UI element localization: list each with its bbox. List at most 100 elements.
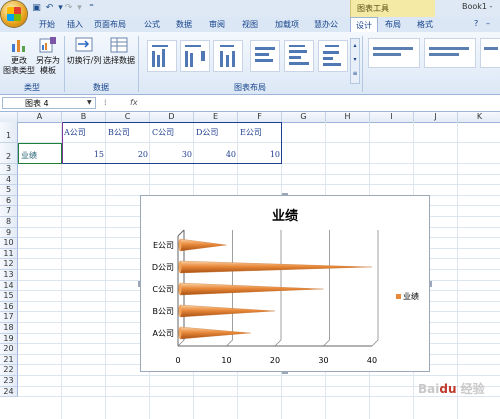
chart-title: 业绩: [272, 208, 298, 224]
row-header-7[interactable]: 7: [0, 206, 18, 217]
chart-style-1[interactable]: [368, 38, 420, 68]
x-gridline-floor: [323, 339, 330, 347]
customize-qat-icon[interactable]: ⁼: [86, 3, 97, 13]
undo-icon[interactable]: ↶: [44, 3, 55, 13]
row-header-13[interactable]: 13: [0, 270, 18, 281]
group-separator: [362, 36, 363, 92]
column-header-F[interactable]: F: [238, 112, 282, 122]
chart-layout-4[interactable]: [250, 40, 280, 72]
layout-gallery-scroll[interactable]: ▴ ▾ ≡: [350, 38, 360, 84]
row-header-6[interactable]: 6: [0, 195, 18, 207]
x-tick-label: 20: [270, 356, 280, 365]
bar-C公司: [179, 282, 324, 296]
column-header-H[interactable]: H: [326, 112, 370, 122]
insert-function-icon[interactable]: fx: [130, 98, 138, 107]
select-data-button[interactable]: 选择数据: [103, 36, 135, 76]
chart-layout-1[interactable]: [147, 40, 177, 72]
name-box-dropdown-icon[interactable]: ▼: [87, 99, 92, 106]
chart-style-2[interactable]: [424, 38, 476, 68]
change-chart-type-label-2: 图表类型: [3, 66, 35, 75]
row-header-16[interactable]: 16: [0, 301, 18, 313]
row-header-19[interactable]: 19: [0, 333, 18, 345]
tab-design[interactable]: 设计: [350, 17, 378, 33]
row-header-21[interactable]: 21: [0, 354, 18, 366]
redo-dropdown-icon[interactable]: ▾: [74, 3, 85, 13]
row-header-9[interactable]: 9: [0, 227, 18, 239]
legend-swatch: [396, 294, 401, 299]
tab-formulas[interactable]: 公式: [140, 17, 164, 32]
column-header-I[interactable]: I: [370, 112, 414, 122]
x-tick-label: 30: [318, 356, 328, 365]
row-header-4[interactable]: 4: [0, 174, 18, 186]
save-icon[interactable]: ▣: [31, 3, 42, 13]
help-icon[interactable]: ?: [474, 19, 478, 28]
column-header-K[interactable]: K: [458, 112, 500, 122]
chart-layout-5[interactable]: [284, 40, 314, 72]
column-header-B[interactable]: B: [62, 112, 106, 122]
row-header-10[interactable]: 10: [0, 238, 18, 249]
chart-layout-6[interactable]: [318, 40, 348, 72]
tab-data[interactable]: 数据: [172, 17, 196, 32]
bar-D公司: [179, 260, 373, 274]
chart-style-3[interactable]: [480, 38, 500, 68]
row-gridline: [18, 173, 500, 175]
row-header-23[interactable]: 23: [0, 376, 18, 387]
data-group-label: 数据: [93, 83, 109, 92]
select-all-corner[interactable]: [0, 112, 18, 122]
column-header-D[interactable]: D: [150, 112, 194, 122]
row-header-20[interactable]: 20: [0, 344, 18, 355]
switch-row-column-button[interactable]: 切换行/列: [66, 36, 102, 76]
change-chart-type-button[interactable]: 更改 图表类型: [3, 36, 35, 82]
row-header-15[interactable]: 15: [0, 291, 18, 302]
tab-page-layout[interactable]: 页面布局: [88, 17, 132, 32]
row-header-8[interactable]: 8: [0, 217, 18, 228]
column-gridline: [61, 122, 62, 419]
y-tick-label: C公司: [152, 285, 174, 294]
row-header-22[interactable]: 22: [0, 365, 18, 376]
column-header-A[interactable]: A: [18, 112, 62, 122]
tab-addins[interactable]: 加载项: [271, 17, 303, 32]
tab-insert[interactable]: 插入: [63, 17, 87, 32]
chart-resize-handle-top[interactable]: [282, 193, 288, 196]
tab-layout[interactable]: 布局: [381, 17, 405, 32]
select-data-label: 选择数据: [103, 56, 135, 65]
row-header-5[interactable]: 5: [0, 185, 18, 196]
tab-huibangong[interactable]: 慧办公: [311, 17, 341, 32]
column-header-E[interactable]: E: [194, 112, 238, 122]
row-header-1[interactable]: 1: [0, 122, 18, 143]
name-box[interactable]: 图表 4: [2, 97, 96, 109]
chart-resize-handle-right[interactable]: [429, 281, 432, 287]
tab-view[interactable]: 视图: [238, 17, 262, 32]
column-header-G[interactable]: G: [282, 112, 326, 122]
chart-resize-handle-bottom[interactable]: [282, 371, 288, 374]
x-tick-label: 0: [175, 356, 180, 365]
bar-base-D公司: [178, 260, 182, 274]
chart-resize-handle-left[interactable]: [138, 281, 141, 287]
save-as-template-button[interactable]: 另存为 模板: [34, 36, 62, 82]
bar-chart: 业绩0 10 20 30 40A公司B公司C公司D公司E公司业绩: [152, 208, 419, 365]
tab-home[interactable]: 开始: [33, 17, 61, 32]
row-header-18[interactable]: 18: [0, 323, 18, 334]
row-header-17[interactable]: 17: [0, 312, 18, 323]
row-header-3[interactable]: 3: [0, 164, 18, 175]
bar-base-B公司: [178, 304, 182, 318]
row-header-2[interactable]: 2: [0, 143, 18, 164]
column-header-J[interactable]: J: [414, 112, 458, 122]
redo-icon[interactable]: ↷: [63, 3, 74, 13]
y-axis-depth: [177, 229, 185, 237]
row-header-12[interactable]: 12: [0, 259, 18, 270]
switch-row-column-icon: [75, 37, 93, 52]
row-gridline: [18, 375, 500, 376]
tab-format[interactable]: 格式: [412, 17, 438, 32]
chart-layout-3[interactable]: [213, 40, 243, 72]
row-header-14[interactable]: 14: [0, 280, 18, 292]
column-header-C[interactable]: C: [106, 112, 150, 122]
chart-layout-2[interactable]: [180, 40, 210, 72]
office-logo-icon: [7, 7, 21, 21]
row-header-24[interactable]: 24: [0, 386, 18, 398]
chart-object[interactable]: 业绩 0 10 20 30 40 A公司 B公司 C公司 D公司 E公司 业绩: [140, 195, 430, 372]
minimize-ribbon-icon[interactable]: –: [486, 19, 490, 28]
office-button[interactable]: [1, 1, 27, 27]
tab-review[interactable]: 审阅: [205, 17, 229, 32]
row-header-11[interactable]: 11: [0, 248, 18, 260]
